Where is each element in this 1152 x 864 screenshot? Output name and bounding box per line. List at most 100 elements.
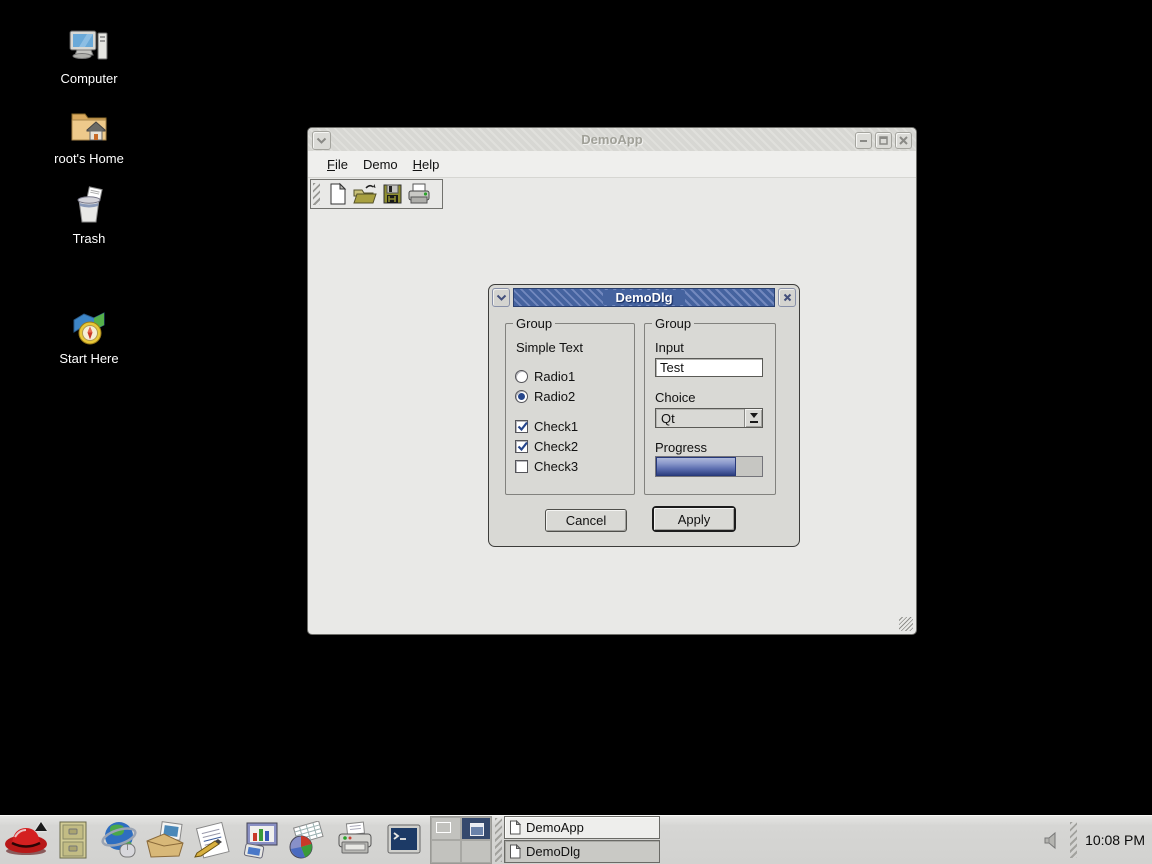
- save-button[interactable]: [378, 181, 405, 207]
- start-here-icon: [68, 306, 110, 348]
- chevron-bar: [750, 421, 758, 423]
- desktop-icon-computer[interactable]: Computer: [39, 26, 139, 86]
- new-document-icon: [327, 182, 349, 206]
- radio-row[interactable]: Radio1: [515, 369, 575, 384]
- window-menu-button[interactable]: [312, 131, 331, 150]
- dialog-close-button[interactable]: [778, 288, 796, 307]
- menu-item[interactable]: Demo: [357, 154, 404, 175]
- checkbox-label: Check1: [534, 419, 578, 434]
- dialog-demodlg: DemoDlg Group Simple Text Radio1 Radio2: [488, 284, 800, 547]
- close-button[interactable]: [895, 132, 912, 149]
- desktop-icon-label: root's Home: [39, 151, 139, 166]
- dialog-title-stripe: DemoDlg: [513, 288, 775, 307]
- pager-window-mini: [470, 823, 484, 836]
- menu-item[interactable]: File: [321, 154, 354, 175]
- dialog-title: DemoDlg: [603, 290, 684, 305]
- launcher-word-processor[interactable]: [191, 819, 237, 861]
- radio-button[interactable]: [515, 370, 528, 383]
- maximize-icon: [879, 136, 888, 145]
- cancel-button-label: Cancel: [566, 513, 606, 528]
- checkbox-row[interactable]: Check2: [515, 439, 578, 454]
- minimize-button[interactable]: [855, 132, 872, 149]
- checkbox[interactable]: [515, 460, 528, 473]
- checkbox-label: Check2: [534, 439, 578, 454]
- desktop-pager: [430, 816, 492, 864]
- open-button[interactable]: [351, 181, 378, 207]
- menubar: File Demo Help: [308, 151, 916, 178]
- choice-label: Choice: [655, 390, 695, 405]
- radio-label: Radio2: [534, 389, 575, 404]
- group-box-left: Group Simple Text Radio1 Radio2 Check1: [505, 323, 635, 495]
- combobox-value: Qt: [656, 411, 744, 426]
- checkmark-icon: [516, 440, 529, 453]
- titlebar[interactable]: DemoApp: [308, 128, 916, 152]
- web-browser-icon: [99, 819, 141, 861]
- desktop-icon-roots-home[interactable]: root's Home: [39, 106, 139, 166]
- menu-item[interactable]: Help: [407, 154, 446, 175]
- toolbar: [308, 178, 916, 209]
- static-text: Simple Text: [516, 340, 583, 355]
- print-button[interactable]: [405, 181, 432, 207]
- group-box-right: Group Input Choice Qt Progress: [644, 323, 776, 495]
- launcher-terminal[interactable]: [385, 822, 423, 858]
- minimize-icon: [859, 136, 868, 145]
- radio-label: Radio1: [534, 369, 575, 384]
- choice-combobox[interactable]: Qt: [655, 408, 763, 428]
- launcher-email[interactable]: [145, 821, 187, 859]
- new-document-button[interactable]: [324, 181, 351, 207]
- input-label: Input: [655, 340, 684, 355]
- desktop-icon-start-here[interactable]: Start Here: [39, 306, 139, 366]
- group-legend: Group: [513, 316, 555, 331]
- desktop-icon-label: Trash: [39, 231, 139, 246]
- home-folder-icon: [68, 106, 110, 148]
- checkmark-icon: [516, 420, 529, 433]
- cancel-button[interactable]: Cancel: [545, 509, 627, 532]
- email-icon: [145, 821, 187, 859]
- checkbox-label: Check3: [534, 459, 578, 474]
- resize-grip[interactable]: [899, 617, 913, 631]
- file-cabinet-icon: [56, 820, 90, 860]
- checkbox[interactable]: [515, 440, 528, 453]
- print-manager-icon: [335, 821, 375, 859]
- progress-fill: [656, 457, 736, 476]
- launcher-file-manager[interactable]: [53, 820, 93, 860]
- input-field[interactable]: [655, 358, 763, 377]
- launcher-print-manager[interactable]: [335, 821, 375, 859]
- launcher-spreadsheet[interactable]: [285, 821, 327, 859]
- pager-window-outline: [436, 822, 451, 833]
- dialog-window-menu-button[interactable]: [492, 288, 510, 307]
- open-folder-icon: [352, 182, 378, 206]
- pager-desktop-3[interactable]: [431, 840, 461, 863]
- apply-button[interactable]: Apply: [652, 506, 736, 532]
- task-button[interactable]: DemoDlg: [504, 840, 660, 863]
- radio-button[interactable]: [515, 390, 528, 403]
- panel-arrow-icon[interactable]: [35, 816, 47, 831]
- taskbar: DemoApp DemoDlg 10:08 PM: [0, 815, 1152, 864]
- pager-desktop-2[interactable]: [461, 817, 491, 840]
- task-button-label: DemoDlg: [526, 844, 580, 859]
- checkbox-row[interactable]: Check3: [515, 459, 578, 474]
- launcher-web-browser[interactable]: [99, 819, 141, 861]
- pager-desktop-1[interactable]: [431, 817, 461, 840]
- volume-tray-icon[interactable]: [1040, 829, 1064, 851]
- checkbox[interactable]: [515, 420, 528, 433]
- desktop-icon-label: Computer: [39, 71, 139, 86]
- save-icon: [381, 182, 403, 206]
- desktop-icon-trash[interactable]: Trash: [39, 186, 139, 246]
- toolbar-drag-handle[interactable]: [313, 183, 320, 205]
- dialog-titlebar[interactable]: DemoDlg: [492, 288, 796, 307]
- taskbar-drag-handle[interactable]: [495, 818, 502, 862]
- pager-desktop-4[interactable]: [461, 840, 491, 863]
- word-processor-icon: [191, 819, 237, 861]
- task-button[interactable]: DemoApp: [504, 816, 660, 839]
- radio-row[interactable]: Radio2: [515, 389, 575, 404]
- maximize-button[interactable]: [875, 132, 892, 149]
- checkbox-row[interactable]: Check1: [515, 419, 578, 434]
- tray-drag-handle[interactable]: [1070, 822, 1077, 858]
- combobox-dropdown-button[interactable]: [744, 409, 762, 427]
- toolbar-panel: [310, 179, 443, 209]
- desktop: Computer root's Home Trash: [0, 0, 1152, 864]
- chevron-down-icon: [496, 294, 507, 302]
- launcher-presentation[interactable]: [241, 821, 283, 859]
- window-doc-icon: [509, 844, 521, 859]
